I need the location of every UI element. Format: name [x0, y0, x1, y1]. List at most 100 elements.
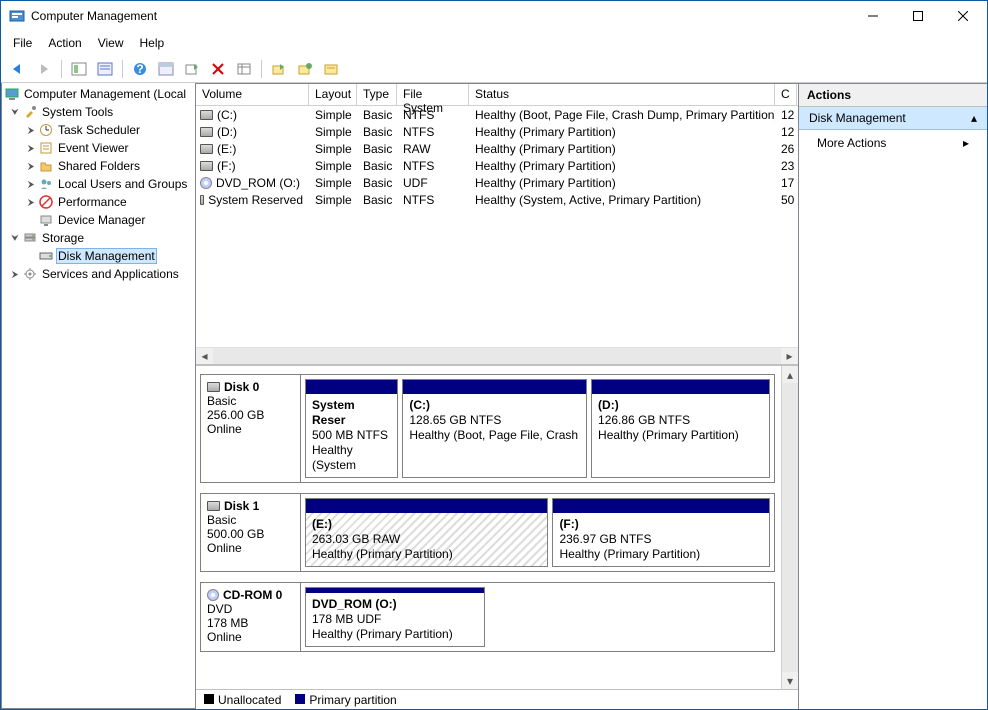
tree-event-viewer[interactable]: ⮞ Event Viewer [2, 139, 195, 157]
volume-layout: Simple [309, 193, 357, 207]
scroll-track[interactable] [782, 383, 798, 672]
toolbar-btn-8[interactable] [233, 58, 255, 80]
volume-layout: Simple [309, 176, 357, 190]
collapse-icon[interactable]: ⮟ [8, 105, 22, 119]
col-status[interactable]: Status [469, 84, 775, 105]
collapse-icon[interactable]: ⮟ [8, 231, 22, 245]
volume-capacity: 12 [775, 108, 797, 122]
scroll-left-icon[interactable]: ◂ [196, 348, 213, 365]
actions-selected[interactable]: Disk Management ▴ [799, 107, 987, 130]
maximize-button[interactable] [895, 2, 940, 30]
scroll-up-icon[interactable]: ▴ [782, 366, 798, 383]
scroll-right-icon[interactable]: ▸ [781, 348, 798, 365]
partition-bar [306, 380, 397, 394]
partition[interactable]: (E:)263.03 GB RAWHealthy (Primary Partit… [305, 498, 548, 567]
col-type[interactable]: Type [357, 84, 397, 105]
scroll-track[interactable] [213, 348, 781, 365]
expand-icon[interactable]: ⮞ [24, 141, 38, 155]
partition[interactable]: DVD_ROM (O:)178 MB UDFHealthy (Primary P… [305, 587, 485, 647]
disk-graphical-view: Disk 0Basic256.00 GBOnlineSystem Reser50… [196, 364, 798, 689]
volume-name: (D:) [217, 125, 237, 139]
delete-button[interactable] [207, 58, 229, 80]
svg-text:?: ? [136, 62, 143, 76]
tree-shared-folders[interactable]: ⮞ Shared Folders [2, 157, 195, 175]
tree-disk-management[interactable]: Disk Management [2, 247, 195, 265]
partition-status: Healthy (Primary Partition) [312, 627, 478, 642]
expand-icon[interactable]: ⮞ [24, 123, 38, 137]
tree-performance[interactable]: ⮞ Performance [2, 193, 195, 211]
col-layout[interactable]: Layout [309, 84, 357, 105]
partition-bar [592, 380, 769, 394]
show-hide-tree-button[interactable] [68, 58, 90, 80]
tree-task-scheduler[interactable]: ⮞ Task Scheduler [2, 121, 195, 139]
back-button[interactable] [7, 58, 29, 80]
tree-storage[interactable]: ⮟ Storage [2, 229, 195, 247]
tree-device-manager[interactable]: Device Manager [2, 211, 195, 229]
menu-action[interactable]: Action [40, 33, 89, 53]
volume-row[interactable]: (E:)SimpleBasicRAWHealthy (Primary Parti… [196, 140, 798, 157]
toolbar-btn-11[interactable] [320, 58, 342, 80]
expand-icon[interactable]: ⮞ [24, 195, 38, 209]
partition[interactable]: System Reser500 MB NTFSHealthy (System [305, 379, 398, 478]
partition-status: Healthy (System [312, 443, 391, 473]
disk-info: Disk 1Basic500.00 GBOnline [201, 494, 301, 571]
volume-capacity: 26 [775, 142, 797, 156]
col-volume[interactable]: Volume [196, 84, 309, 105]
tree-system-tools[interactable]: ⮟ System Tools [2, 103, 195, 121]
scroll-down-icon[interactable]: ▾ [782, 672, 798, 689]
submenu-arrow-icon: ▸ [963, 136, 969, 150]
vertical-scrollbar[interactable]: ▴ ▾ [781, 366, 798, 689]
titlebar: Computer Management [1, 1, 987, 31]
dvd-icon [200, 177, 212, 189]
toolbar-btn-10[interactable] [294, 58, 316, 80]
volume-row[interactable]: (F:)SimpleBasicNTFSHealthy (Primary Part… [196, 157, 798, 174]
volume-fs: NTFS [397, 193, 469, 207]
drive-icon [200, 195, 204, 205]
toolbar-btn-5[interactable] [155, 58, 177, 80]
tree-local-users[interactable]: ⮞ Local Users and Groups [2, 175, 195, 193]
disk-state: Online [207, 422, 294, 436]
partition-size: 178 MB UDF [312, 612, 478, 627]
close-button[interactable] [940, 2, 985, 30]
actions-more[interactable]: More Actions ▸ [799, 130, 987, 156]
users-icon [38, 176, 54, 192]
partition[interactable]: (D:)126.86 GB NTFSHealthy (Primary Parti… [591, 379, 770, 478]
volume-type: Basic [357, 108, 397, 122]
col-capacity[interactable]: C [775, 84, 797, 105]
volume-fs: UDF [397, 176, 469, 190]
window-title: Computer Management [31, 9, 850, 23]
volume-row[interactable]: (D:)SimpleBasicNTFSHealthy (Primary Part… [196, 123, 798, 140]
expand-icon[interactable]: ⮞ [8, 267, 22, 281]
volume-list: Volume Layout Type File System Status C … [196, 84, 798, 364]
minimize-button[interactable] [850, 2, 895, 30]
expand-icon[interactable]: ⮞ [24, 177, 38, 191]
menu-help[interactable]: Help [132, 33, 173, 53]
volume-row[interactable]: (C:)SimpleBasicNTFSHealthy (Boot, Page F… [196, 106, 798, 123]
menu-view[interactable]: View [90, 33, 132, 53]
partition-label: DVD_ROM (O:) [312, 597, 478, 612]
menubar: File Action View Help [1, 31, 987, 55]
tree-services[interactable]: ⮞ Services and Applications [2, 265, 195, 283]
volume-row[interactable]: DVD_ROM (O:)SimpleBasicUDFHealthy (Prima… [196, 174, 798, 191]
tree-root[interactable]: Computer Management (Local [2, 85, 195, 103]
volume-status: Healthy (Primary Partition) [469, 176, 775, 190]
disk-size: 178 MB [207, 616, 294, 630]
menu-file[interactable]: File [5, 33, 40, 53]
volume-status: Healthy (Primary Partition) [469, 125, 775, 139]
volume-type: Basic [357, 142, 397, 156]
horizontal-scrollbar[interactable]: ◂ ▸ [196, 347, 798, 364]
volume-row[interactable]: System ReservedSimpleBasicNTFSHealthy (S… [196, 191, 798, 208]
partition[interactable]: (C:)128.65 GB NTFSHealthy (Boot, Page Fi… [402, 379, 587, 478]
col-filesystem[interactable]: File System [397, 84, 469, 105]
volume-name: (C:) [217, 108, 237, 122]
disk-row: CD-ROM 0DVD178 MBOnlineDVD_ROM (O:)178 M… [200, 582, 775, 652]
expand-icon[interactable]: ⮞ [24, 159, 38, 173]
help-button[interactable]: ? [129, 58, 151, 80]
volume-layout: Simple [309, 159, 357, 173]
forward-button[interactable] [33, 58, 55, 80]
disk-type: Basic [207, 513, 294, 527]
properties-button[interactable] [94, 58, 116, 80]
toolbar-btn-9[interactable] [268, 58, 290, 80]
partition[interactable]: (F:)236.97 GB NTFSHealthy (Primary Parti… [552, 498, 770, 567]
toolbar-btn-6[interactable] [181, 58, 203, 80]
